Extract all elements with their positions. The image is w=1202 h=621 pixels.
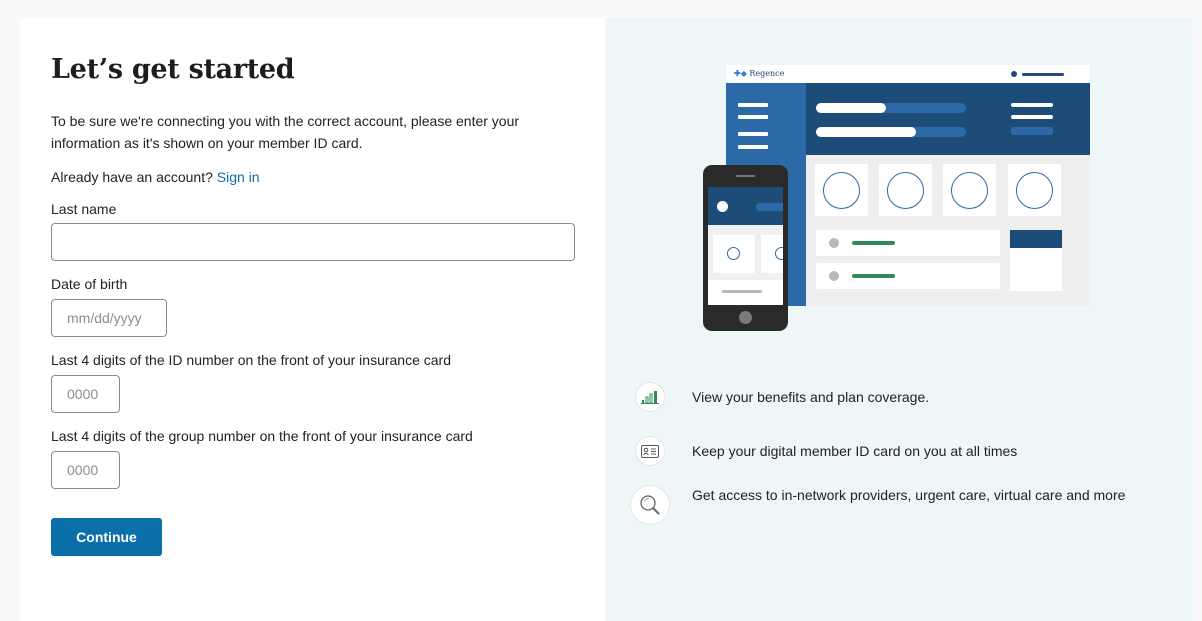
dashboard-row: [816, 263, 1000, 289]
last-name-input[interactable]: [51, 223, 575, 261]
header-pill: [816, 103, 886, 113]
group-digits-label: Last 4 digits of the group number on the…: [51, 428, 473, 444]
dashboard-tile: [879, 164, 932, 216]
group-digits-input[interactable]: [51, 451, 120, 489]
dob-input[interactable]: [51, 299, 167, 337]
page-title: Let’s get started: [51, 54, 295, 85]
signup-card: Let’s get started To be sure we're conne…: [20, 18, 1192, 621]
dashboard-topbar: ✚◆ Regence: [726, 65, 1090, 83]
topbar-dash: [1022, 73, 1064, 76]
phone-home-button: [739, 311, 752, 324]
bar-chart-icon: [635, 382, 665, 412]
dashboard-tile: [815, 164, 868, 216]
sidebar-line: [738, 132, 768, 136]
continue-button[interactable]: Continue: [51, 518, 162, 556]
dashboard-tile: [1008, 164, 1061, 216]
feature-providers: Get access to in-network providers, urge…: [630, 485, 1132, 525]
id-card-icon: [635, 436, 665, 466]
sidebar-line: [738, 103, 768, 107]
feature-text: Get access to in-network providers, urge…: [692, 487, 1126, 503]
phone-screen: [708, 187, 783, 305]
sign-in-link[interactable]: Sign in: [217, 169, 260, 185]
phone-illustration: [703, 165, 788, 331]
benefits-panel: ✚◆ Regence View your benefits and plan c…: [605, 18, 1192, 621]
dob-label: Date of birth: [51, 276, 128, 292]
feature-text: View your benefits and plan coverage.: [692, 389, 930, 405]
id-digits-input[interactable]: [51, 375, 120, 413]
phone-speaker: [736, 175, 755, 177]
signin-line: Already have an account? Sign in: [51, 169, 574, 185]
header-dash: [1011, 103, 1053, 107]
header-pill: [816, 127, 916, 137]
dashboard-row: [816, 230, 1000, 256]
form-panel: Let’s get started To be sure we're conne…: [20, 18, 605, 621]
topbar-dot: [1011, 71, 1017, 77]
already-account-text: Already have an account?: [51, 169, 213, 185]
sidebar-line: [738, 145, 768, 149]
header-dash: [1011, 115, 1053, 119]
feature-id-card: Keep your digital member ID card on you …: [635, 436, 1132, 466]
feature-benefits: View your benefits and plan coverage.: [635, 382, 1132, 412]
feature-text: Keep your digital member ID card on you …: [692, 443, 1018, 459]
magnifier-icon: [630, 485, 670, 525]
last-name-label: Last name: [51, 201, 117, 217]
regence-logo: ✚◆ Regence: [734, 68, 785, 78]
intro-text: To be sure we're connecting you with the…: [51, 113, 520, 151]
dashboard-header: [806, 83, 1090, 155]
header-dash: [1011, 127, 1053, 135]
dashboard-sidebox: [1010, 230, 1062, 291]
id-digits-label: Last 4 digits of the ID number on the fr…: [51, 352, 451, 368]
sidebar-line: [738, 115, 768, 119]
dashboard-tile: [943, 164, 996, 216]
